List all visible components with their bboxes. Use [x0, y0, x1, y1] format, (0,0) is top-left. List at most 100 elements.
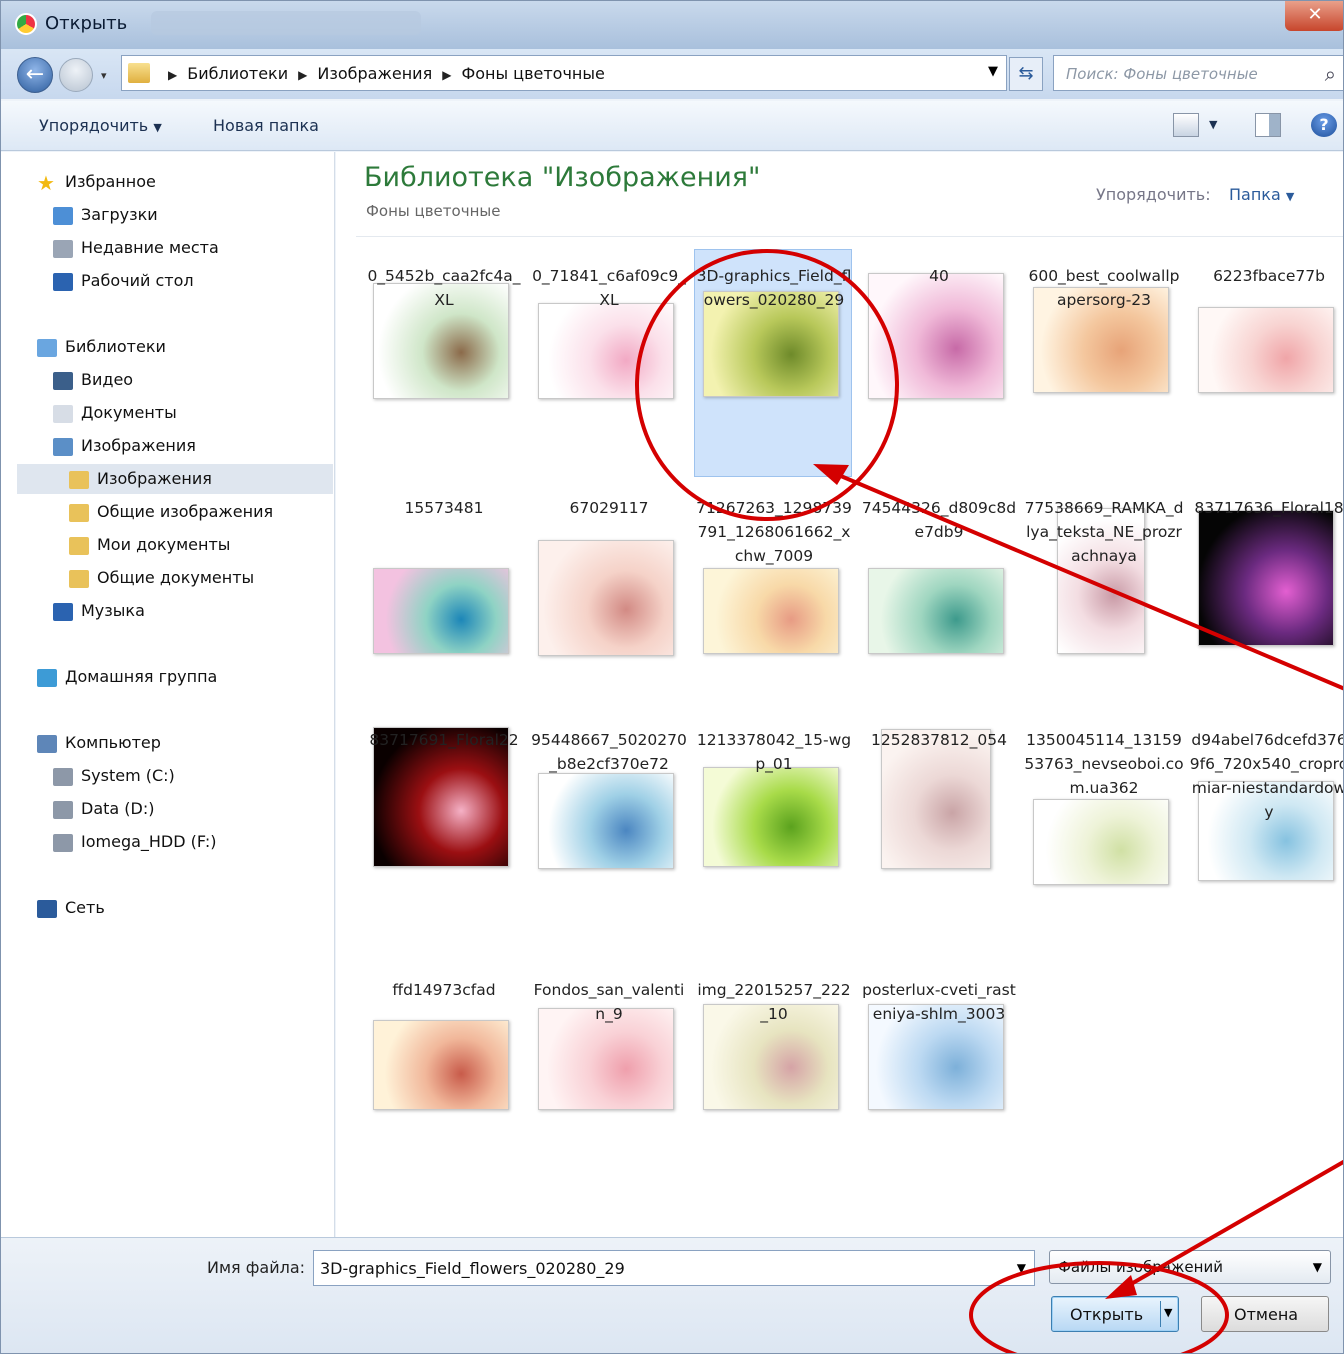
refresh-button[interactable]: ⇆: [1009, 57, 1043, 91]
folder-icon: [69, 536, 89, 555]
file-item[interactable]: 600_best_coolwallpapersorg-23: [1028, 267, 1190, 523]
open-file-dialog: Открыть ✕ ← ▾ ▶ Библиотеки ▶ Изображения ▶ Фо…: [0, 0, 1344, 1354]
cancel-button-label: Отмена: [1234, 1305, 1299, 1324]
file-thumbnail: [703, 568, 839, 654]
file-item[interactable]: 74544326_d809c8de7db9: [862, 499, 1025, 754]
music-icon: [53, 602, 73, 621]
search-input[interactable]: Поиск: Фоны цветочные ⌕: [1053, 55, 1343, 91]
sidebar-item[interactable]: Iomega_HDD (F:): [53, 827, 217, 857]
file-item[interactable]: 15573481: [370, 499, 530, 754]
view-options-dropdown-icon[interactable]: ▼: [1209, 118, 1217, 131]
sidebar-item-label: Недавние места: [81, 238, 219, 257]
filename-input[interactable]: 3D-graphics_Field_flowers_020280_29 ▼: [313, 1250, 1035, 1286]
sidebar-item[interactable]: Мои документы: [69, 530, 230, 560]
sidebar-item-label: Домашняя группа: [65, 667, 218, 686]
file-item[interactable]: img_22015257_222_10: [697, 981, 860, 1240]
search-icon: ⌕: [1324, 62, 1336, 86]
breadcrumb: ▶ Библиотеки ▶ Изображения ▶ Фоны цветочные: [158, 64, 605, 83]
file-item[interactable]: 71267263_1298739791_1268061662_xchw_7009: [696, 499, 860, 754]
breadcrumb-flower-backgrounds[interactable]: Фоны цветочные: [461, 64, 604, 83]
file-name: 95448667_5020270_b8e2cf370e72: [531, 731, 687, 773]
file-item[interactable]: 77538669_RAMKA_dlya_teksta_NE_prozrachna…: [1025, 499, 1190, 754]
sidebar-item[interactable]: Библиотеки: [37, 332, 166, 362]
sidebar-item-label: Общие изображения: [97, 502, 274, 521]
filename-value: 3D-graphics_Field_flowers_020280_29: [320, 1259, 625, 1278]
preview-pane-icon[interactable]: [1255, 113, 1281, 137]
pictures-icon: [53, 437, 73, 456]
sidebar-item[interactable]: ★ Избранное: [37, 167, 156, 197]
arrange-by-dropdown[interactable]: Папка ▼: [1229, 185, 1294, 204]
sidebar-item[interactable]: Музыка: [53, 596, 145, 626]
desktop-icon: [53, 272, 73, 291]
file-item[interactable]: 6223fbace77b: [1195, 267, 1343, 523]
file-item[interactable]: 40: [865, 267, 1025, 523]
back-arrow-icon: ←: [25, 62, 45, 87]
file-thumbnail: [868, 273, 1004, 399]
folder-icon: [69, 503, 89, 522]
history-dropdown-icon[interactable]: ▾: [101, 69, 107, 82]
address-dropdown-icon[interactable]: ▼: [988, 64, 998, 79]
sidebar-item[interactable]: System (C:): [53, 761, 175, 791]
file-item[interactable]: 1252837812_054: [865, 729, 1025, 985]
downloads-folder-icon: [53, 206, 73, 225]
sidebar-item[interactable]: Рабочий стол: [53, 266, 194, 296]
forward-button[interactable]: [59, 58, 93, 92]
file-item[interactable]: 1213378042_15-wgp_01: [697, 731, 860, 985]
sidebar-item[interactable]: Недавние места: [53, 233, 219, 263]
address-bar[interactable]: ▶ Библиотеки ▶ Изображения ▶ Фоны цветочные ▼: [121, 55, 1007, 91]
breadcrumb-libraries[interactable]: Библиотеки: [187, 64, 288, 83]
folder-icon: [128, 63, 150, 83]
sidebar-item[interactable]: Загрузки: [53, 200, 158, 230]
file-item[interactable]: 1350045114_1315953763_nevseoboi.com.ua36…: [1024, 731, 1190, 985]
file-name: 67029117: [569, 499, 649, 517]
file-item[interactable]: ffd14973cfad: [370, 981, 530, 1240]
filename-dropdown-icon[interactable]: ▼: [1017, 1261, 1026, 1275]
new-folder-button[interactable]: Новая папка: [213, 116, 319, 135]
breadcrumb-pictures[interactable]: Изображения: [317, 64, 432, 83]
sidebar-item[interactable]: Data (D:): [53, 794, 154, 824]
back-button[interactable]: ←: [17, 57, 53, 93]
sidebar-item[interactable]: Изображения: [53, 431, 196, 461]
documents-icon: [53, 404, 73, 423]
sidebar-item[interactable]: Домашняя группа: [37, 662, 217, 692]
file-thumbnail: [868, 568, 1004, 654]
file-item[interactable]: 83717636_Floral18: [1194, 499, 1343, 754]
file-item[interactable]: 67029117: [535, 499, 695, 754]
sidebar-item-label: Рабочий стол: [81, 271, 194, 290]
file-item[interactable]: 95448667_5020270_b8e2cf370e72: [531, 731, 695, 985]
organize-button[interactable]: Упорядочить ▼: [39, 116, 162, 135]
file-item[interactable]: 0_71841_c6af09c9_XL: [532, 267, 695, 523]
sidebar-item[interactable]: Сеть: [37, 893, 105, 923]
sidebar-item[interactable]: Изображения: [17, 464, 333, 494]
header-divider: [356, 236, 1343, 237]
file-item[interactable]: posterlux-cveti_rasteniya-shlm_3003: [862, 981, 1025, 1240]
help-icon[interactable]: ?: [1311, 113, 1337, 137]
sidebar-item[interactable]: Компьютер: [37, 728, 161, 758]
bottom-panel: Имя файла: 3D-graphics_Field_flowers_020…: [1, 1237, 1343, 1353]
open-options-dropdown-icon[interactable]: ▼: [1164, 1306, 1172, 1319]
chevron-right-icon: ▶: [442, 68, 452, 82]
file-item[interactable]: Fondos_san_valentin_9: [534, 981, 695, 1240]
sidebar-item-label: Документы: [81, 403, 177, 422]
sidebar-item[interactable]: Видео: [53, 365, 133, 395]
sidebar-item[interactable]: Документы: [53, 398, 177, 428]
chevron-right-icon: ▶: [298, 68, 308, 82]
file-item[interactable]: 83717691_Floral22: [369, 727, 530, 985]
change-view-icon[interactable]: [1173, 113, 1199, 137]
sidebar-item-label: Компьютер: [65, 733, 161, 752]
file-thumbnail: [703, 767, 839, 867]
cancel-button[interactable]: Отмена: [1201, 1296, 1329, 1332]
open-button[interactable]: Открыть ▼: [1051, 1296, 1179, 1332]
library-title: Библиотека "Изображения": [364, 162, 761, 193]
filetype-select[interactable]: Файлы изображений ▼: [1049, 1250, 1331, 1284]
file-item[interactable]: 0_5452b_caa2fc4a_XL: [367, 267, 530, 523]
arrange-by-label: Упорядочить:: [1096, 185, 1211, 204]
close-button[interactable]: ✕: [1285, 1, 1343, 31]
file-item[interactable]: 3D-graphics_Field_flowers_020280_29: [694, 249, 860, 523]
computer-icon: [37, 734, 57, 753]
drive-icon: [53, 767, 73, 786]
file-item[interactable]: d94abel76dcefd3769f6_720x540_cropromiar-…: [1190, 731, 1343, 985]
sidebar-item[interactable]: Общие документы: [69, 563, 254, 593]
title-bar-blurred-area: [151, 11, 421, 35]
sidebar-item[interactable]: Общие изображения: [69, 497, 273, 527]
